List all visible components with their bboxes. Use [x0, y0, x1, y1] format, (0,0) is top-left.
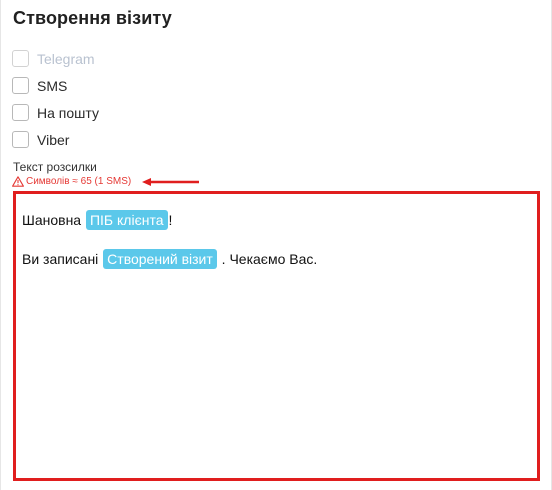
channel-email[interactable]: На пошту	[12, 99, 99, 126]
greeting-suffix: !	[168, 212, 173, 228]
appointment-suffix: . Чекаємо Вас.	[217, 251, 318, 267]
sms-label: SMS	[37, 77, 68, 94]
telegram-label: Telegram	[37, 50, 95, 67]
char-count-warning: Символів ≈ 65 (1 SMS)	[12, 176, 131, 187]
appointment-text: Ви записані	[22, 251, 103, 267]
greeting-text: Шановна	[22, 212, 85, 228]
viber-checkbox[interactable]	[12, 131, 29, 148]
message-line-1: Шановна ПІБ клієнта !	[22, 209, 531, 231]
email-label: На пошту	[37, 104, 99, 121]
channel-sms[interactable]: SMS	[12, 72, 99, 99]
viber-label: Viber	[37, 131, 70, 148]
char-count-text: Символів ≈ 65 (1 SMS)	[26, 176, 132, 187]
channel-list: Telegram SMS На пошту Viber	[12, 45, 99, 153]
sms-checkbox[interactable]	[12, 77, 29, 94]
client-name-token[interactable]: ПІБ клієнта	[85, 210, 168, 230]
channel-telegram[interactable]: Telegram	[12, 45, 99, 72]
created-visit-token[interactable]: Створений візит	[103, 249, 217, 269]
telegram-checkbox[interactable]	[12, 50, 29, 67]
email-checkbox[interactable]	[12, 104, 29, 121]
message-editor[interactable]: Шановна ПІБ клієнта ! Ви записані Створе…	[13, 191, 540, 481]
arrow-left-icon	[142, 178, 199, 186]
message-line-2: Ви записані Створений візит . Чекаємо Ва…	[22, 248, 531, 270]
message-text-label: Текст розсилки	[13, 160, 97, 174]
create-visit-panel: Створення візиту Telegram SMS На пошту V…	[0, 0, 552, 490]
page-title: Створення візиту	[13, 8, 172, 28]
channel-viber[interactable]: Viber	[12, 126, 99, 153]
warning-triangle-icon	[12, 176, 24, 187]
